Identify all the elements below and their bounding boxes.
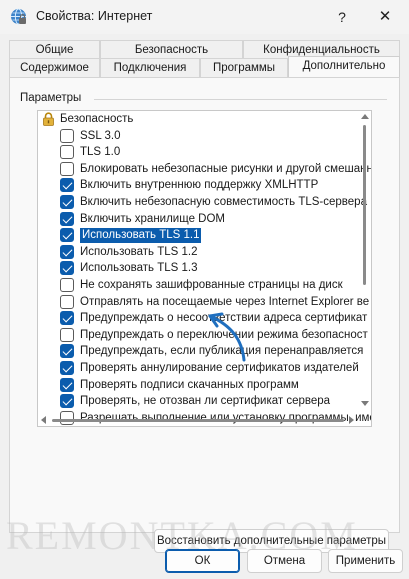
setting-label: Включить небезопасную совместимость TLS-… xyxy=(80,196,367,208)
setting-label: Использовать TLS 1.3 xyxy=(80,262,198,274)
setting-label: Проверять подписи скачанных программ xyxy=(80,379,299,391)
help-button[interactable]: ? xyxy=(321,0,363,34)
setting-checkbox[interactable] xyxy=(60,344,74,358)
vertical-scroll-thumb[interactable] xyxy=(363,125,366,285)
setting-label: SSL 3.0 xyxy=(80,130,121,142)
setting-checkbox[interactable] xyxy=(60,162,74,176)
horizontal-scroll-thumb[interactable] xyxy=(52,419,344,422)
close-button[interactable]: ✕ xyxy=(364,0,406,34)
window-title: Свойства: Интернет xyxy=(36,9,153,23)
ok-button[interactable]: ОК xyxy=(165,549,240,573)
lock-icon xyxy=(43,112,54,126)
setting-checkbox[interactable] xyxy=(60,261,74,275)
settings-group-label: Параметры xyxy=(20,92,86,104)
setting-checkbox[interactable] xyxy=(60,178,74,192)
tab-connections[interactable]: Подключения xyxy=(100,58,200,77)
setting-checkbox[interactable] xyxy=(60,311,74,325)
setting-label: Проверять, не отозван ли сертификат серв… xyxy=(80,395,331,407)
tab-content[interactable]: Содержимое xyxy=(9,58,100,77)
setting-checkbox[interactable] xyxy=(60,129,74,143)
setting-checkbox[interactable] xyxy=(60,295,74,309)
setting-checkbox[interactable] xyxy=(60,228,74,242)
setting-label: Использовать TLS 1.1 xyxy=(80,228,202,243)
setting-checkbox[interactable] xyxy=(60,212,74,226)
setting-label: Блокировать небезопасные рисунки и друго… xyxy=(80,163,372,175)
advanced-tab-panel: Параметры Безопасность SSL 3.0 TLS 1.0 Бло… xyxy=(9,77,400,553)
setting-checkbox[interactable] xyxy=(60,145,74,159)
vertical-scrollbar[interactable] xyxy=(358,111,371,411)
setting-checkbox[interactable] xyxy=(60,378,74,392)
curved-arrow-icon xyxy=(208,312,246,362)
setting-label: Включить внутреннюю поддержку XMLHTTP xyxy=(80,179,319,191)
group-divider xyxy=(94,99,387,100)
apply-button[interactable]: Применить xyxy=(328,549,403,573)
tab-security[interactable]: Безопасность xyxy=(100,40,243,59)
settings-listbox[interactable]: Безопасность SSL 3.0 TLS 1.0 Блокировать н… xyxy=(37,110,372,427)
setting-checkbox[interactable] xyxy=(60,394,74,408)
internet-options-globe-icon xyxy=(11,8,26,25)
category-label: Безопасность xyxy=(60,113,134,125)
cancel-button[interactable]: Отмена xyxy=(247,549,322,573)
setting-label: Использовать TLS 1.2 xyxy=(80,246,198,258)
tab-programs[interactable]: Программы xyxy=(200,58,288,77)
setting-checkbox[interactable] xyxy=(60,361,74,375)
scroll-up-icon[interactable] xyxy=(361,114,369,119)
tab-advanced[interactable]: Дополнительно xyxy=(288,56,400,77)
scroll-down-icon[interactable] xyxy=(361,401,369,406)
title-bar: Свойства: Интернет ? ✕ xyxy=(0,0,409,34)
setting-checkbox[interactable] xyxy=(60,195,74,209)
scroll-left-icon[interactable] xyxy=(41,416,46,424)
setting-label: TLS 1.0 xyxy=(80,146,121,158)
setting-label: Не сохранять зашифрованные страницы на д… xyxy=(80,279,343,291)
setting-checkbox[interactable] xyxy=(60,278,74,292)
tab-general[interactable]: Общие xyxy=(9,40,100,59)
setting-checkbox[interactable] xyxy=(60,245,74,259)
setting-label: Включить хранилище DOM xyxy=(80,213,225,225)
horizontal-scrollbar[interactable] xyxy=(38,413,358,426)
setting-checkbox[interactable] xyxy=(60,328,74,342)
scroll-right-icon[interactable] xyxy=(349,416,354,424)
